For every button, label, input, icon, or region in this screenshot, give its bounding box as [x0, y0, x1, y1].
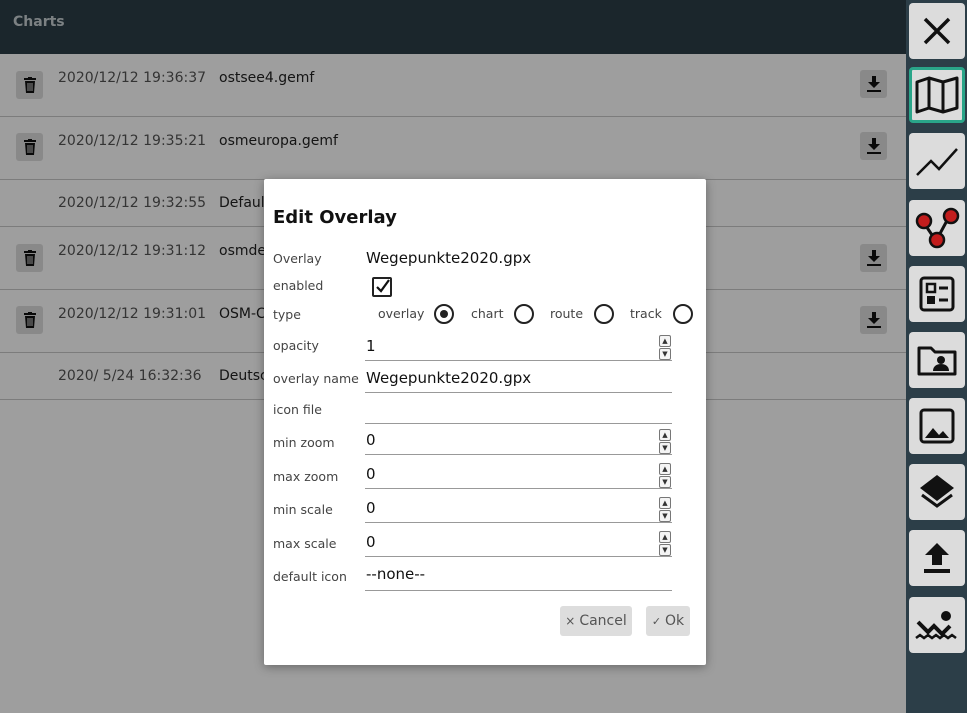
type-overlay-radio[interactable]	[434, 304, 454, 324]
decrement-icon[interactable]: ▼	[659, 348, 671, 360]
opacity-label: opacity	[273, 338, 319, 353]
opacity-value: 1	[366, 337, 376, 355]
type-track-label: track	[630, 306, 662, 321]
track-button[interactable]	[909, 133, 965, 189]
cancel-button[interactable]: × Cancel	[560, 606, 632, 636]
decrement-icon[interactable]: ▼	[659, 442, 671, 454]
route-nodes-icon	[915, 207, 960, 249]
anchor-watch-button[interactable]	[909, 597, 965, 653]
cancel-label: Cancel	[579, 613, 627, 629]
max-zoom-input[interactable]: 0 ▲ ▼	[365, 459, 672, 489]
min-scale-label: min scale	[273, 502, 333, 517]
type-label: type	[273, 307, 301, 322]
swimmer-icon	[915, 611, 957, 640]
opacity-input[interactable]: 1 ▲ ▼	[365, 331, 672, 361]
layers-button[interactable]	[909, 464, 965, 520]
type-overlay-label: overlay	[378, 306, 425, 321]
min-zoom-stepper[interactable]: ▲ ▼	[659, 429, 671, 454]
decrement-icon[interactable]: ▼	[659, 544, 671, 556]
decrement-icon[interactable]: ▼	[659, 510, 671, 522]
min-zoom-label: min zoom	[273, 435, 335, 450]
default-icon-value: --none--	[366, 565, 426, 583]
check-icon: ✓	[651, 614, 662, 628]
min-zoom-input[interactable]: 0 ▲ ▼	[365, 425, 672, 455]
ok-label: Ok	[665, 613, 685, 629]
checklist-button[interactable]	[909, 266, 965, 322]
dialog-title: Edit Overlay	[273, 207, 397, 228]
icon-file-input[interactable]	[365, 394, 672, 424]
overlay-label: Overlay	[273, 251, 322, 266]
type-track-radio[interactable]	[673, 304, 693, 324]
increment-icon[interactable]: ▲	[659, 497, 671, 509]
overlay-name-input[interactable]: Wegepunkte2020.gpx	[365, 363, 672, 393]
increment-icon[interactable]: ▲	[659, 335, 671, 347]
checklist-icon	[919, 276, 955, 312]
type-route-radio[interactable]	[594, 304, 614, 324]
layers-icon	[920, 475, 954, 508]
charts-button[interactable]	[909, 67, 965, 123]
max-scale-label: max scale	[273, 536, 337, 551]
close-icon	[923, 17, 951, 45]
increment-icon[interactable]: ▲	[659, 463, 671, 475]
type-chart-radio[interactable]	[514, 304, 534, 324]
max-zoom-stepper[interactable]: ▲ ▼	[659, 463, 671, 488]
type-chart-label: chart	[471, 306, 504, 321]
chart-line-icon	[916, 148, 958, 176]
upload-icon	[924, 543, 950, 573]
min-scale-value: 0	[366, 499, 376, 517]
min-zoom-value: 0	[366, 431, 376, 449]
map-icon	[915, 76, 959, 114]
images-button[interactable]	[909, 398, 965, 454]
max-zoom-value: 0	[366, 465, 376, 483]
min-scale-stepper[interactable]: ▲ ▼	[659, 497, 671, 522]
max-scale-input[interactable]: 0 ▲ ▼	[365, 527, 672, 557]
default-icon-label: default icon	[273, 569, 347, 584]
close-icon: ×	[565, 614, 576, 628]
increment-icon[interactable]: ▲	[659, 531, 671, 543]
overlay-value: Wegepunkte2020.gpx	[366, 249, 532, 267]
user-folder-icon	[917, 346, 957, 376]
enabled-checkbox[interactable]	[372, 277, 392, 297]
close-button[interactable]	[909, 3, 965, 59]
route-button[interactable]	[909, 200, 965, 256]
max-zoom-label: max zoom	[273, 469, 339, 484]
ok-button[interactable]: ✓ Ok	[646, 606, 690, 636]
image-icon	[919, 408, 955, 444]
edit-overlay-dialog: Edit Overlay Overlay Wegepunkte2020.gpx …	[264, 179, 706, 665]
upload-button[interactable]	[909, 530, 965, 586]
icon-file-label: icon file	[273, 402, 322, 417]
overlay-name-value: Wegepunkte2020.gpx	[366, 369, 532, 387]
overlay-name-label: overlay name	[273, 371, 359, 386]
max-scale-value: 0	[366, 533, 376, 551]
enabled-label: enabled	[273, 278, 324, 293]
checkmark-icon	[376, 279, 390, 293]
right-toolbar	[906, 0, 967, 713]
default-icon-select[interactable]: --none--	[365, 561, 672, 591]
type-route-label: route	[550, 306, 584, 321]
opacity-stepper[interactable]: ▲ ▼	[659, 335, 671, 360]
user-folder-button[interactable]	[909, 332, 965, 388]
min-scale-input[interactable]: 0 ▲ ▼	[365, 493, 672, 523]
increment-icon[interactable]: ▲	[659, 429, 671, 441]
decrement-icon[interactable]: ▼	[659, 476, 671, 488]
max-scale-stepper[interactable]: ▲ ▼	[659, 531, 671, 556]
